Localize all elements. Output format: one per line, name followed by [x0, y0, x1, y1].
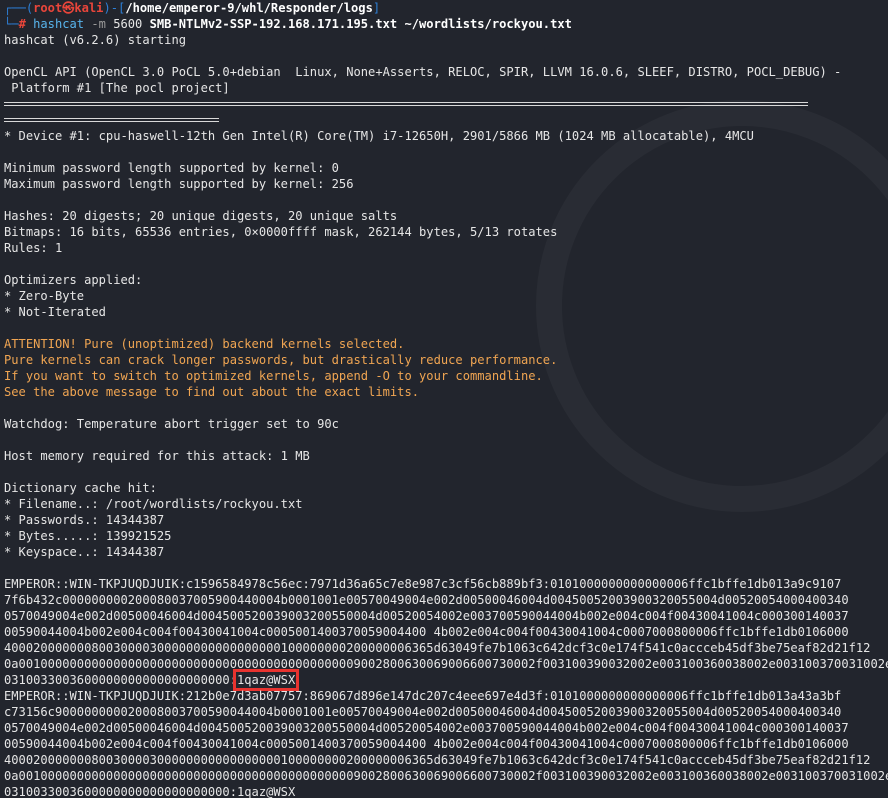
- blank: [4, 192, 888, 208]
- dictionary-line: Dictionary cache hit:: [4, 481, 157, 495]
- attention-line: See the above message to find out about …: [4, 385, 420, 399]
- attention-line: ATTENTION! Pure (unoptimized) backend ke…: [4, 337, 405, 351]
- prompt-end: ]: [372, 1, 381, 15]
- blank: [4, 48, 888, 64]
- command-flag: -m: [91, 17, 106, 31]
- watchdog-line: Watchdog: Temperature abort trigger set …: [4, 417, 339, 431]
- optimizer-item: * Not-Iterated: [4, 305, 106, 319]
- cracked-hash-line: 0310033003600000000000000000000:1qaz@WSX: [4, 785, 296, 798]
- optimizers-line: Optimizers applied:: [4, 273, 143, 287]
- cracked-hash-line: 0a00100000000000000000000000000000000000…: [4, 657, 888, 671]
- attention-line: If you want to switch to optimized kerne…: [4, 369, 543, 383]
- dictionary-bytes: * Bytes.....: 139921525: [4, 529, 172, 543]
- opencl-line-2: Platform #1 [The pocl project]: [4, 81, 230, 95]
- command-mode: 5600: [113, 17, 143, 31]
- prompt-path: /home/emperor-9/whl/Responder/logs: [125, 1, 373, 15]
- command-line: └─# hashcat -m 5600 SMB-NTLMv2-SSP-192.1…: [4, 16, 888, 32]
- command-name: hashcat: [33, 17, 85, 31]
- hash-tail: 0310033003600000000000000000000:: [4, 673, 237, 687]
- blank: [4, 400, 888, 416]
- prompt-corner-bottom: └─: [4, 17, 19, 31]
- prompt-user: root㉿kali: [33, 1, 104, 15]
- cracked-hash-line: EMPEROR::WIN-TKPJUQDJUIK:212b0e7d3ab0775…: [4, 689, 842, 703]
- blank: [4, 256, 888, 272]
- max-password-line: Maximum password length supported by ker…: [4, 177, 354, 191]
- opencl-line-1: OpenCL API (OpenCL 3.0 PoCL 5.0+debian L…: [4, 65, 842, 79]
- min-password-line: Minimum password length supported by ker…: [4, 161, 339, 175]
- cracked-hash-line: 0570049004e002d00500046004d0045005200390…: [4, 721, 849, 735]
- cracked-hash-line: 4000200000008003000030000000000000000010…: [4, 641, 871, 655]
- hashes-line: Hashes: 20 digests; 20 unique digests, 2…: [4, 209, 398, 223]
- separator-short: [4, 112, 888, 128]
- host-memory-line: Host memory required for this attack: 1 …: [4, 449, 310, 463]
- cracked-hash-line: 4000200000008003000030000000000000000010…: [4, 753, 871, 767]
- attention-line: Pure kernels can crack longer passwords,…: [4, 353, 558, 367]
- cracked-hash-line: 0a00100000000000000000000000000000000000…: [4, 769, 888, 783]
- command-hashfile: SMB-NTLMv2-SSP-192.168.171.195.txt: [149, 17, 398, 31]
- blank: [4, 320, 888, 336]
- cracked-password-highlight: 1qaz@WSX: [232, 669, 300, 691]
- blank: [4, 560, 888, 576]
- dictionary-passwords: * Passwords.: 14344387: [4, 513, 165, 527]
- terminal-output: ┌──(root㉿kali)-[/home/emperor-9/whl/Resp…: [4, 0, 888, 798]
- prompt-hash: #: [18, 17, 26, 31]
- cracked-hash-line: c73156c900000000020008003700590044004b00…: [4, 705, 842, 719]
- command-wordlist: ~/wordlists/rockyou.txt: [404, 17, 572, 31]
- blank: [4, 144, 888, 160]
- bitmaps-line: Bitmaps: 16 bits, 65536 entries, 0×0000f…: [4, 225, 558, 239]
- cracked-hash-line: EMPEROR::WIN-TKPJUQDJUIK:c1596584978c56e…: [4, 577, 842, 591]
- blank: [4, 464, 888, 480]
- cracked-hash-line: 00590044004b002e004c004f00430041004c0005…: [4, 737, 849, 751]
- rules-line: Rules: 1: [4, 241, 63, 255]
- starting-line: hashcat (v6.2.6) starting: [4, 33, 187, 47]
- dictionary-filename: * Filename..: /root/wordlists/rockyou.tx…: [4, 497, 303, 511]
- optimizer-item: * Zero-Byte: [4, 289, 85, 303]
- separator-long: [4, 96, 888, 112]
- cracked-hash-line: 0310033003600000000000000000000:1qaz@WSX: [4, 669, 888, 691]
- cracked-hash-line: 0570049004e002d00500046004d0045005200390…: [4, 609, 849, 623]
- blank: [4, 432, 888, 448]
- cracked-hash-line: 00590044004b002e004c004f00430041004c0005…: [4, 625, 849, 639]
- prompt-corner: ┌──(: [4, 1, 34, 15]
- dictionary-keyspace: * Keyspace..: 14344387: [4, 545, 165, 559]
- device-line: * Device #1: cpu-haswell-12th Gen Intel(…: [4, 129, 754, 143]
- terminal-window[interactable]: ┌──(root㉿kali)-[/home/emperor-9/whl/Resp…: [0, 0, 888, 798]
- prompt-line-1: ┌──(root㉿kali)-[/home/emperor-9/whl/Resp…: [4, 0, 888, 16]
- cracked-hash-line: 7f6b432c000000000200080037005900440004b0…: [4, 593, 849, 607]
- prompt-sep: )-[: [103, 1, 126, 15]
